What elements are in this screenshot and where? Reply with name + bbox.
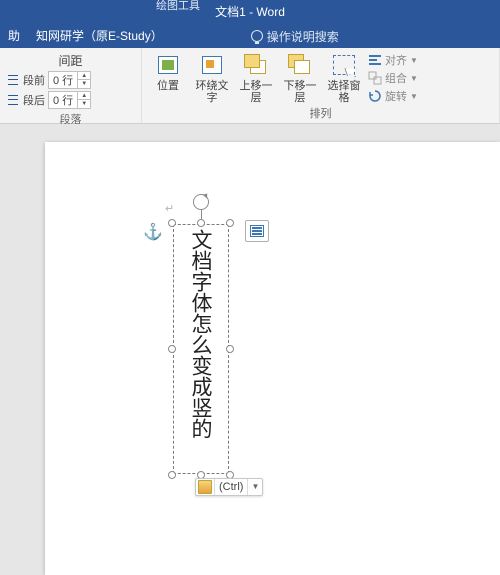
ribbon: 间距 段前 0 行 ▲▼ 段后 0 行 ▲▼ 段落	[0, 48, 500, 124]
space-before-label: 段前	[23, 72, 45, 88]
space-before-spinner[interactable]: ▲▼	[77, 72, 90, 88]
tell-me-label: 操作说明搜索	[267, 28, 339, 45]
paste-options-button[interactable]: (Ctrl) ▼	[195, 478, 263, 496]
tab-help[interactable]: 助	[0, 24, 28, 48]
layout-options-button[interactable]	[245, 220, 269, 242]
page[interactable]: ↵ ⚓ 文档字体怎么变成竖的 (Ctrl) ▼	[45, 142, 500, 575]
align-button[interactable]: 对齐▼	[368, 52, 418, 68]
group-arrange: 位置 环绕文字 上移一层 下移一层 选择窗格	[142, 48, 500, 123]
chevron-down-icon: ▼	[410, 92, 418, 101]
ribbon-tabs: 助 知网研学（原E-Study） 形状格式 操作说明搜索	[0, 24, 500, 48]
space-before-input[interactable]: 0 行 ▲▼	[48, 71, 91, 89]
resize-handle-w[interactable]	[168, 345, 176, 353]
wrap-label: 环绕文字	[192, 80, 232, 104]
space-before-icon	[6, 73, 20, 87]
paragraph-mark-icon: ↵	[165, 202, 174, 215]
space-after-icon	[6, 93, 20, 107]
rotate-icon	[368, 89, 382, 103]
resize-handle-ne[interactable]	[226, 219, 234, 227]
clipboard-icon	[198, 480, 212, 494]
space-after-row: 段后 0 行 ▲▼	[6, 91, 135, 109]
resize-handle-nw[interactable]	[168, 219, 176, 227]
tell-me-search[interactable]: 操作说明搜索	[251, 28, 339, 45]
ctrl-label: (Ctrl)	[214, 479, 247, 495]
space-before-row: 段前 0 行 ▲▼	[6, 71, 135, 89]
chevron-down-icon: ▼	[410, 56, 418, 65]
group-label-arrange: 排列	[148, 105, 493, 121]
selection-pane-button[interactable]: 选择窗格	[324, 52, 364, 104]
chevron-down-icon: ▼	[247, 479, 262, 495]
bring-forward-label: 上移一层	[236, 80, 276, 104]
layout-options-icon	[250, 225, 264, 237]
wrap-text-button[interactable]: 环绕文字	[192, 52, 232, 104]
selection-pane-label: 选择窗格	[324, 80, 364, 104]
textbox[interactable]: 文档字体怎么变成竖的	[173, 224, 229, 474]
lightbulb-icon	[251, 30, 263, 42]
tab-estudy[interactable]: 知网研学（原E-Study）	[28, 24, 171, 48]
resize-handle-n[interactable]	[197, 219, 205, 227]
space-after-spinner[interactable]: ▲▼	[77, 92, 90, 108]
resize-handle-sw[interactable]	[168, 471, 176, 479]
group-icon	[368, 71, 382, 85]
position-button[interactable]: 位置	[148, 52, 188, 92]
document-area: ↵ ⚓ 文档字体怎么变成竖的 (Ctrl) ▼	[0, 124, 500, 575]
rotate-button[interactable]: 旋转▼	[368, 88, 418, 104]
window-title: 文档1 - Word	[0, 0, 500, 21]
send-backward-label: 下移一层	[280, 80, 320, 104]
rotate-handle[interactable]	[193, 194, 209, 210]
anchor-icon: ⚓	[143, 222, 163, 242]
space-after-input[interactable]: 0 行 ▲▼	[48, 91, 91, 109]
space-after-label: 段后	[23, 92, 45, 108]
space-before-value: 0 行	[49, 72, 77, 88]
resize-handle-e[interactable]	[226, 345, 234, 353]
align-icon	[368, 53, 382, 67]
spacing-heading: 间距	[6, 52, 135, 71]
title-bar: 绘图工具 文档1 - Word	[0, 0, 500, 24]
group-paragraph: 间距 段前 0 行 ▲▼ 段后 0 行 ▲▼ 段落	[0, 48, 142, 123]
group-button[interactable]: 组合▼	[368, 70, 418, 86]
position-label: 位置	[157, 80, 179, 92]
bring-forward-button[interactable]: 上移一层	[236, 52, 276, 104]
textbox-text[interactable]: 文档字体怎么变成竖的	[189, 225, 213, 473]
chevron-down-icon: ▼	[410, 74, 418, 83]
space-after-value: 0 行	[49, 92, 77, 108]
send-backward-button[interactable]: 下移一层	[280, 52, 320, 104]
